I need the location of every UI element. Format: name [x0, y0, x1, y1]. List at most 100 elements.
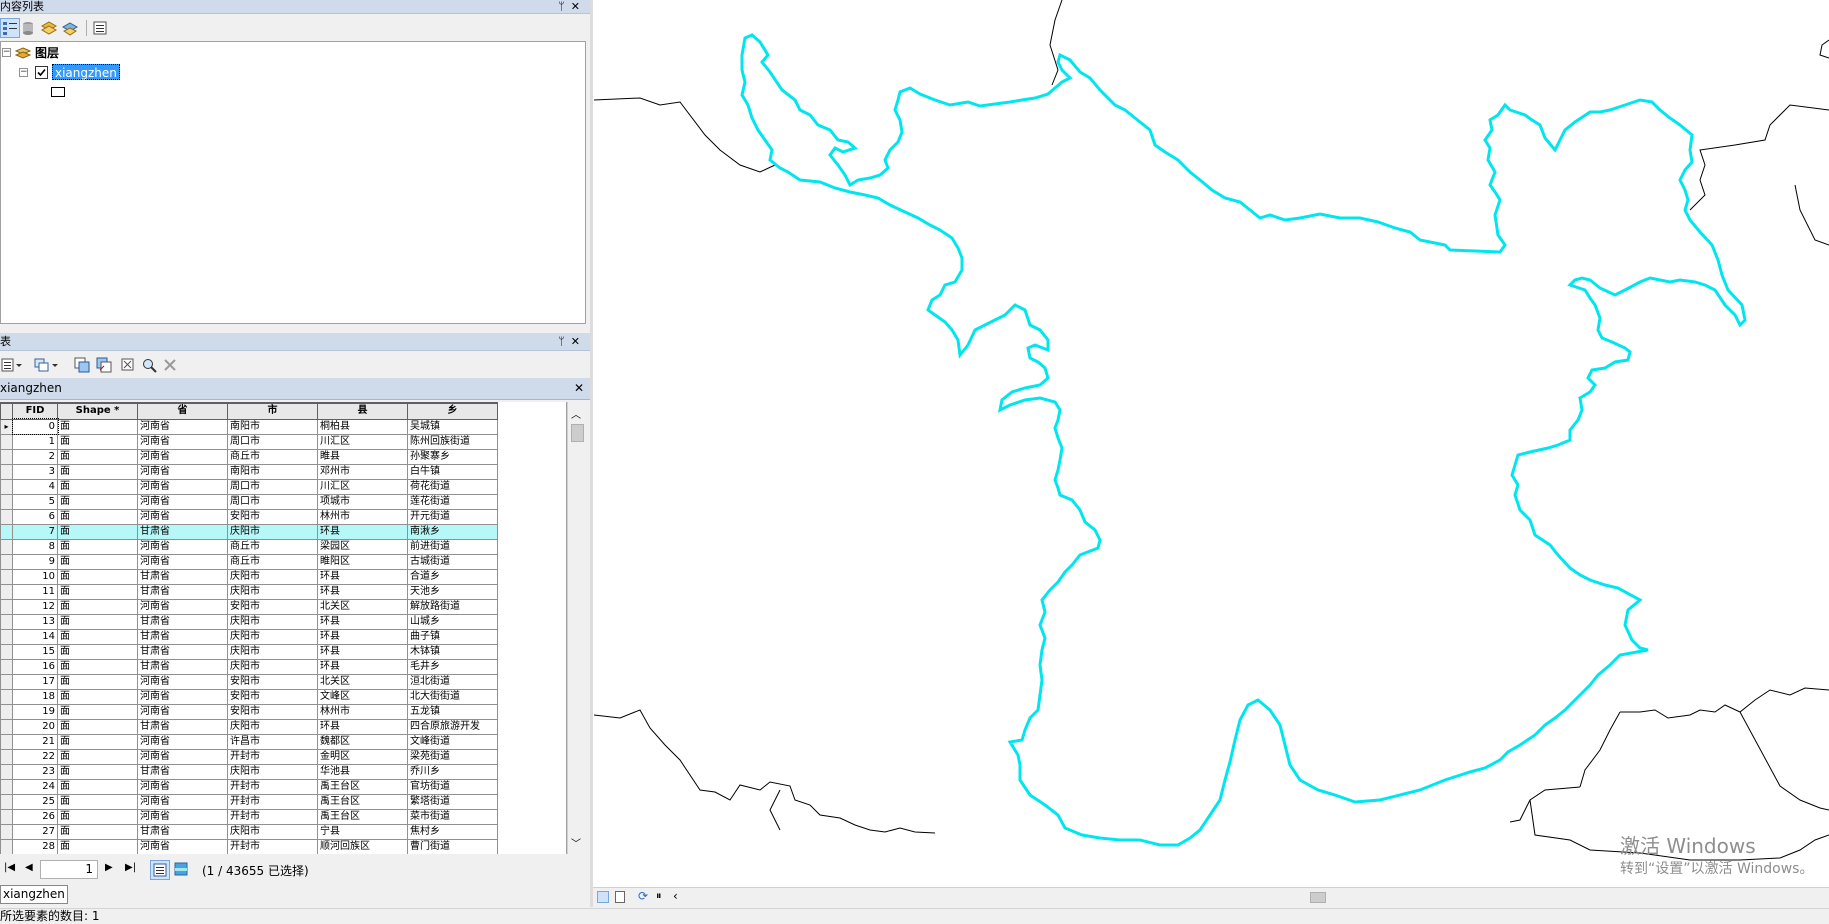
cell-fid[interactable]: 22 — [12, 748, 58, 765]
row-selector[interactable] — [0, 598, 13, 615]
cell-city[interactable]: 商丘市 — [227, 553, 318, 570]
cell-township[interactable]: 文峰街道 — [407, 733, 498, 750]
cell-township[interactable]: 毛井乡 — [407, 658, 498, 675]
cell-county[interactable]: 桐柏县 — [317, 418, 408, 435]
scroll-down-icon[interactable]: ﹀ — [571, 835, 581, 850]
cell-province[interactable]: 河南省 — [137, 808, 228, 825]
cell-county[interactable]: 北关区 — [317, 673, 408, 690]
cell-city[interactable]: 庆阳市 — [227, 583, 318, 600]
cell-shape[interactable]: 面 — [57, 583, 138, 600]
cell-fid[interactable]: 25 — [12, 793, 58, 810]
cell-province[interactable]: 甘肃省 — [137, 718, 228, 735]
cell-fid[interactable]: 1 — [12, 433, 58, 450]
table-row[interactable]: 28 面河南省 开封市 顺河回族区 曹门街道 — [0, 838, 498, 854]
cell-city[interactable]: 开封市 — [227, 808, 318, 825]
cell-township[interactable]: 菜市街道 — [407, 808, 498, 825]
cell-province[interactable]: 甘肃省 — [137, 523, 228, 540]
table-row[interactable]: 20 面甘肃省 庆阳市 环县 四合原旅游开发 — [0, 718, 498, 735]
cell-shape[interactable]: 面 — [57, 613, 138, 630]
cell-province[interactable]: 河南省 — [137, 463, 228, 480]
cell-fid[interactable]: 9 — [12, 553, 58, 570]
cell-county[interactable]: 睢县 — [317, 448, 408, 465]
cell-province[interactable]: 河南省 — [137, 418, 228, 435]
clear-selection-icon[interactable] — [118, 355, 138, 375]
cell-county[interactable]: 川汇区 — [317, 433, 408, 450]
cell-province[interactable]: 甘肃省 — [137, 628, 228, 645]
cell-city[interactable]: 开封市 — [227, 778, 318, 795]
scroll-up-icon[interactable]: ︿ — [571, 406, 581, 421]
map-view[interactable] — [593, 0, 1829, 887]
row-selector[interactable] — [0, 508, 13, 525]
cell-county[interactable]: 林州市 — [317, 703, 408, 720]
cell-fid[interactable]: 5 — [12, 493, 58, 510]
cell-shape[interactable]: 面 — [57, 538, 138, 555]
cell-shape[interactable]: 面 — [57, 763, 138, 780]
cell-shape[interactable]: 面 — [57, 508, 138, 525]
row-selector[interactable] — [0, 673, 13, 690]
table-row[interactable]: 5 面河南省 周口市 项城市 莲花街道 — [0, 493, 498, 510]
cell-city[interactable]: 庆阳市 — [227, 763, 318, 780]
cell-city[interactable]: 商丘市 — [227, 448, 318, 465]
switch-selection-icon[interactable] — [94, 355, 114, 375]
close-table-icon[interactable]: ✕ — [574, 378, 584, 399]
cell-fid[interactable]: 15 — [12, 643, 58, 660]
cell-township[interactable]: 梁苑街道 — [407, 748, 498, 765]
cell-shape[interactable]: 面 — [57, 433, 138, 450]
column-header-township[interactable]: 乡 — [407, 402, 498, 420]
cell-township[interactable]: 白牛镇 — [407, 463, 498, 480]
table-row[interactable]: 9 面河南省 商丘市 睢阳区 古城街道 — [0, 553, 498, 570]
cell-shape[interactable]: 面 — [57, 628, 138, 645]
column-header-county[interactable]: 县 — [317, 402, 408, 420]
cell-shape[interactable]: 面 — [57, 553, 138, 570]
list-by-drawing-order-icon[interactable] — [0, 18, 20, 38]
cell-province[interactable]: 河南省 — [137, 553, 228, 570]
cell-township[interactable]: 孙聚寨乡 — [407, 448, 498, 465]
table-row[interactable]: 13 面甘肃省 庆阳市 环县 山城乡 — [0, 613, 498, 630]
cell-province[interactable]: 甘肃省 — [137, 763, 228, 780]
pin-icon[interactable]: ᛘ — [558, 335, 571, 348]
cell-township[interactable]: 南湫乡 — [407, 523, 498, 540]
cell-city[interactable]: 庆阳市 — [227, 823, 318, 840]
cell-city[interactable]: 安阳市 — [227, 688, 318, 705]
cell-township[interactable]: 曹门街道 — [407, 838, 498, 854]
collapse-root-icon[interactable]: − — [2, 48, 11, 57]
cell-county[interactable]: 环县 — [317, 583, 408, 600]
related-tables-icon[interactable] — [33, 355, 61, 375]
cell-province[interactable]: 甘肃省 — [137, 823, 228, 840]
cell-fid[interactable]: 4 — [12, 478, 58, 495]
cell-township[interactable]: 陈州回族街道 — [407, 433, 498, 450]
table-row[interactable]: 27 面甘肃省 庆阳市 宁县 焦村乡 — [0, 823, 498, 840]
cell-province[interactable]: 河南省 — [137, 538, 228, 555]
row-selector[interactable] — [0, 703, 13, 720]
row-selector[interactable] — [0, 733, 13, 750]
cell-shape[interactable]: 面 — [57, 568, 138, 585]
cell-province[interactable]: 甘肃省 — [137, 643, 228, 660]
table-row[interactable]: 24 面河南省 开封市 禹王台区 官坊街道 — [0, 778, 498, 795]
cell-fid[interactable]: 28 — [12, 838, 58, 854]
cell-township[interactable]: 洹北街道 — [407, 673, 498, 690]
cell-city[interactable]: 商丘市 — [227, 538, 318, 555]
previous-record-icon[interactable]: ◀ — [25, 862, 33, 873]
cell-shape[interactable]: 面 — [57, 823, 138, 840]
layer-visibility-checkbox[interactable] — [35, 64, 48, 80]
table-row[interactable]: 17 面河南省 安阳市 北关区 洹北街道 — [0, 673, 498, 690]
cell-city[interactable]: 安阳市 — [227, 508, 318, 525]
table-row[interactable]: ▸ 0 面河南省 南阳市 桐柏县 吴城镇 — [0, 418, 498, 435]
row-selector[interactable] — [0, 823, 13, 840]
table-row[interactable]: 7 面甘肃省 庆阳市 环县 南湫乡 — [0, 523, 498, 540]
row-selector[interactable] — [0, 658, 13, 675]
layer-symbol-swatch[interactable] — [51, 87, 65, 97]
cell-shape[interactable]: 面 — [57, 598, 138, 615]
cell-city[interactable]: 庆阳市 — [227, 658, 318, 675]
cell-township[interactable]: 合道乡 — [407, 568, 498, 585]
cell-county[interactable]: 川汇区 — [317, 478, 408, 495]
cell-province[interactable]: 甘肃省 — [137, 583, 228, 600]
layer-table-tab[interactable]: xiangzhen — [0, 885, 68, 904]
pin-icon[interactable]: ᛘ — [558, 0, 571, 13]
table-row[interactable]: 25 面河南省 开封市 禹王台区 繁塔街道 — [0, 793, 498, 810]
cell-county[interactable]: 梁园区 — [317, 538, 408, 555]
close-icon[interactable]: ✕ — [571, 0, 586, 13]
cell-fid[interactable]: 23 — [12, 763, 58, 780]
cell-city[interactable]: 安阳市 — [227, 703, 318, 720]
cell-city[interactable]: 庆阳市 — [227, 613, 318, 630]
